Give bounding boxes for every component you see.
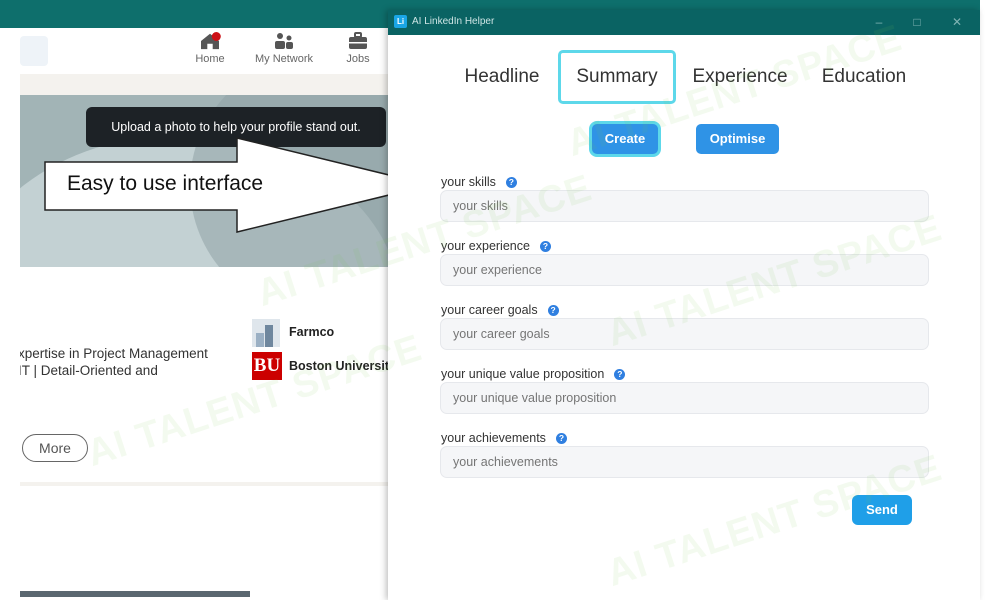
help-icon[interactable]: ? — [505, 177, 517, 188]
briefcase-icon — [349, 32, 367, 49]
ai-linkedin-helper-window: Li AI LinkedIn Helper – □ ✕ Headline Sum… — [388, 10, 980, 600]
achievements-input[interactable] — [440, 446, 929, 478]
help-icon[interactable]: ? — [539, 241, 551, 252]
achievements-label-text: your achievements — [441, 431, 546, 445]
close-icon[interactable]: ✕ — [948, 13, 966, 31]
profile-headline-line2: IT | Detail-Oriented and — [20, 363, 158, 378]
more-button[interactable]: More — [22, 434, 88, 462]
career-goals-label: your career goals? — [441, 303, 559, 317]
window-title: AI LinkedIn Helper — [412, 16, 495, 27]
app-icon: Li — [394, 15, 407, 28]
tab-education[interactable]: Education — [812, 50, 916, 104]
help-icon[interactable]: ? — [614, 369, 626, 380]
send-button[interactable]: Send — [852, 495, 912, 525]
profile-headline-line1: xpertise in Project Management — [20, 346, 208, 361]
career-goals-input[interactable] — [440, 318, 929, 350]
callout-text: Easy to use interface — [67, 172, 264, 195]
minimize-icon[interactable]: – — [870, 13, 888, 31]
skills-label: your skills? — [441, 175, 517, 189]
nav-network-label: My Network — [254, 53, 314, 65]
nav-jobs-label: Jobs — [346, 53, 370, 65]
create-button[interactable]: Create — [592, 124, 658, 154]
uvp-label: your unique value proposition? — [441, 367, 626, 381]
uvp-input[interactable] — [440, 382, 929, 414]
farmco-logo — [252, 319, 280, 347]
experience-label-text: your experience — [441, 239, 530, 253]
career-goals-label-text: your career goals — [441, 303, 538, 317]
nav-home[interactable]: Home — [175, 32, 245, 65]
help-icon[interactable]: ? — [547, 305, 559, 316]
skills-input[interactable] — [440, 190, 929, 222]
optimise-button[interactable]: Optimise — [696, 124, 779, 154]
title-bar[interactable]: Li AI LinkedIn Helper – □ ✕ — [388, 10, 980, 35]
profile-section-lower — [20, 486, 390, 600]
nav-my-network[interactable]: My Network — [249, 32, 319, 65]
experience-input[interactable] — [440, 254, 929, 286]
network-icon — [275, 33, 293, 49]
achievements-label: your achievements? — [441, 431, 567, 445]
horizontal-scrollbar[interactable] — [20, 591, 250, 597]
bu-logo: BU — [252, 352, 282, 380]
tab-summary[interactable]: Summary — [558, 50, 676, 104]
search-box[interactable] — [20, 36, 48, 66]
nav-jobs[interactable]: Jobs — [323, 32, 390, 65]
home-icon — [201, 32, 221, 50]
uvp-label-text: your unique value proposition — [441, 367, 605, 381]
nav-home-label: Home — [195, 53, 225, 65]
tab-experience[interactable]: Experience — [684, 50, 796, 104]
tab-headline[interactable]: Headline — [454, 50, 550, 104]
linkedin-background-window: Home My Network Jobs ı xpertise in Proje… — [20, 0, 390, 600]
org-boston-university[interactable]: Boston University — [289, 359, 390, 373]
org-farmco[interactable]: Farmco — [289, 325, 334, 339]
upload-photo-tooltip: Upload a photo to help your profile stan… — [86, 107, 386, 147]
maximize-icon[interactable]: □ — [908, 13, 926, 31]
skills-label-text: your skills — [441, 175, 496, 189]
experience-label: your experience? — [441, 239, 551, 253]
help-icon[interactable]: ? — [555, 433, 567, 444]
